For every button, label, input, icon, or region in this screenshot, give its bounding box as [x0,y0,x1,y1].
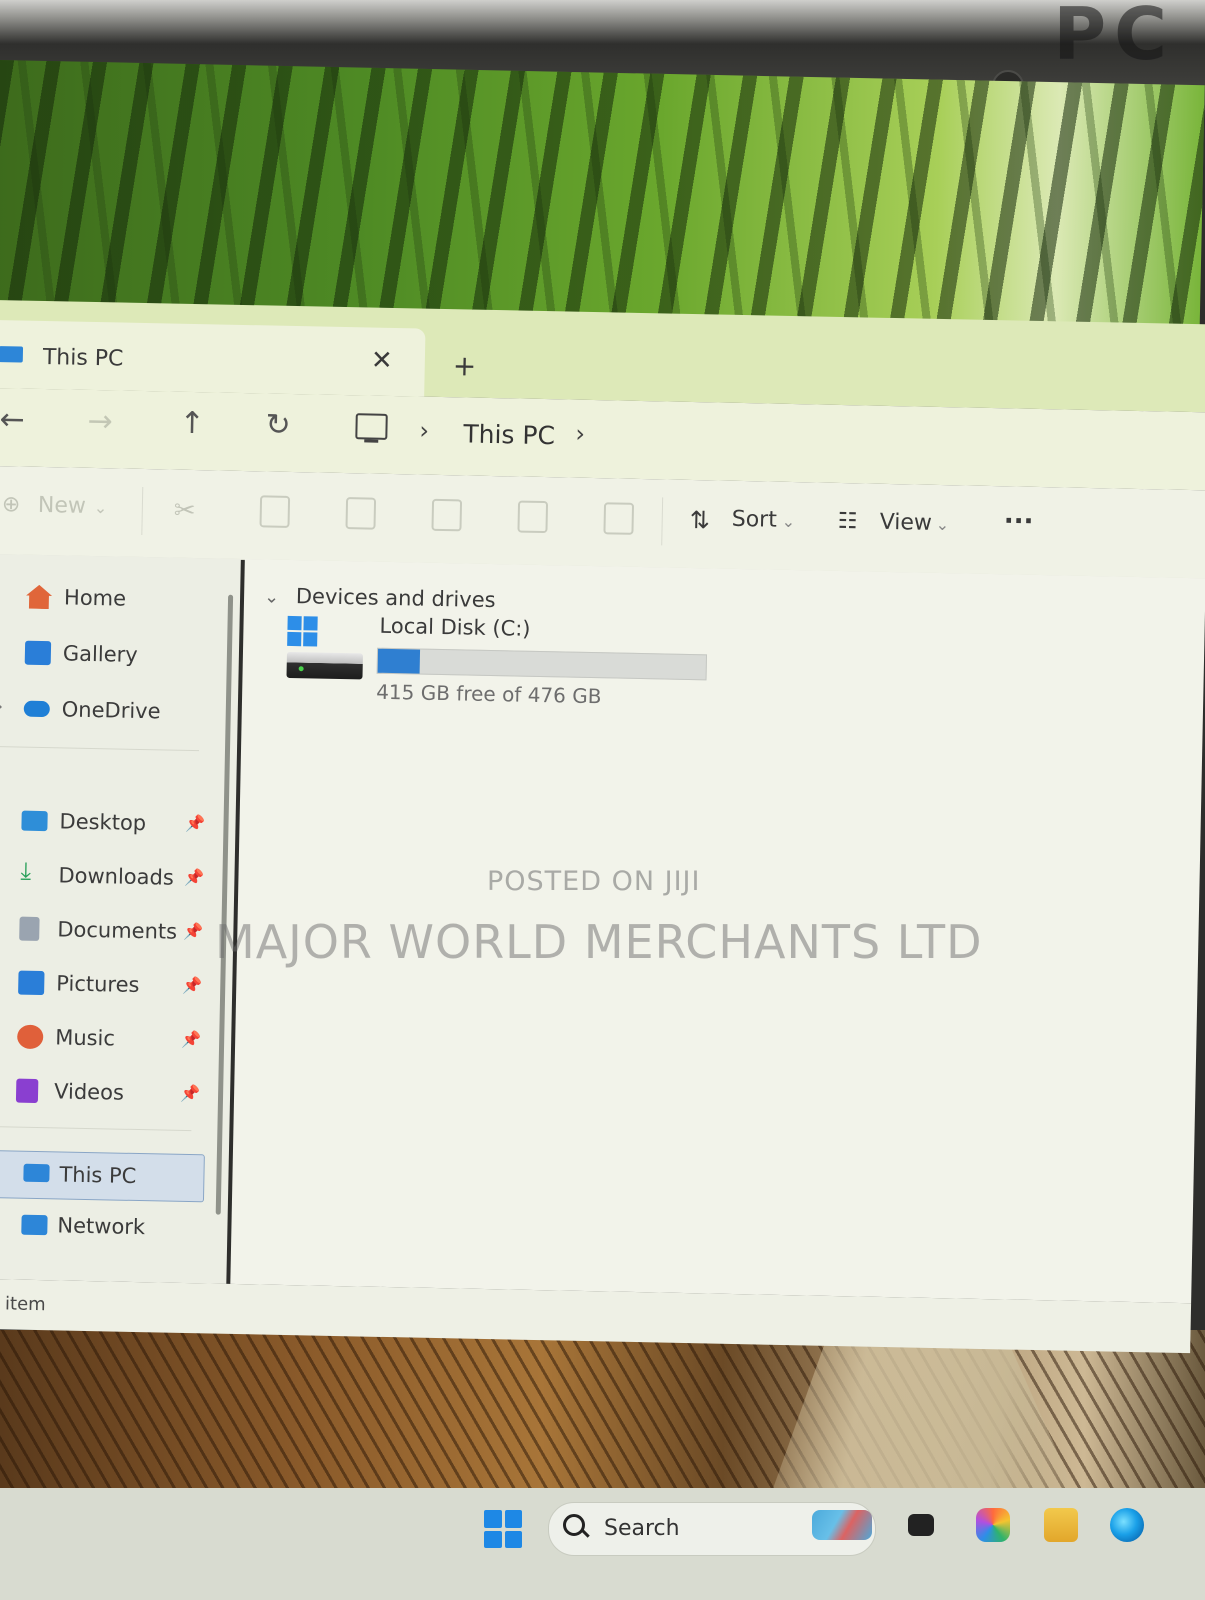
drive-space-text: 415 GB free of 476 GB [375,679,602,709]
sidebar-item-label: OneDrive [61,697,161,724]
sidebar-item-label: Documents [57,917,178,944]
section-header-devices[interactable]: ⌄ Devices and drives [264,583,496,612]
taskbar: Search [0,1488,1205,1600]
view-icon[interactable]: ☷ [837,509,857,534]
pictures-icon [18,970,45,996]
sort-dropdown-chevron-icon[interactable]: ⌄ [782,512,796,531]
computer-icon[interactable] [355,413,388,440]
sidebar-item-network[interactable]: › Network [0,1202,214,1253]
collapse-chevron-icon[interactable]: ⌄ [264,586,280,607]
sidebar-divider [0,745,200,752]
sidebar-item-onedrive[interactable]: › OneDrive [0,686,224,737]
paste-icon[interactable] [345,497,377,530]
item-count: 1 item [0,1293,46,1316]
file-explorer-window: This PC ✕ + ← → ↑ ↻ › This PC › ⊕ New ⌄ … [0,300,1205,1356]
sidebar-item-label: Network [57,1213,146,1240]
home-icon [26,585,52,610]
forward-button[interactable]: → [87,404,113,439]
back-button[interactable]: ← [0,402,25,437]
documents-icon [19,916,40,941]
sidebar-item-label: Downloads [58,863,175,890]
section-title: Devices and drives [295,584,496,613]
rename-icon[interactable] [431,498,463,532]
refresh-button[interactable]: ↻ [265,407,291,442]
sidebar-item-label: Music [54,1025,116,1051]
pin-icon[interactable]: 📌 [180,1084,200,1103]
file-explorer-icon[interactable] [1044,1508,1078,1542]
new-button[interactable]: New [38,493,86,519]
pin-icon[interactable]: 📌 [184,868,204,887]
breadcrumb-chevron-icon[interactable]: › [419,417,429,445]
sidebar-item-label: Videos [53,1079,125,1105]
copilot-icon[interactable] [976,1508,1010,1542]
sort-button[interactable]: Sort [731,507,777,533]
sidebar-item-label: Pictures [56,971,140,998]
watermark-line-2: MAJOR WORLD MERCHANTS LTD [215,915,983,969]
music-icon [16,1024,44,1050]
view-dropdown-chevron-icon[interactable]: ⌄ [935,515,949,534]
cut-icon[interactable]: ✂ [174,496,196,526]
delete-icon[interactable] [603,502,635,535]
drive-usage-bar [376,647,708,681]
sort-icon[interactable]: ⇅ [689,506,710,534]
sidebar-divider [0,1125,192,1132]
new-plus-icon[interactable]: ⊕ [2,492,21,517]
search-label: Search [604,1516,680,1541]
network-icon [21,1214,48,1236]
view-button[interactable]: View [879,510,932,536]
more-options-button[interactable]: ··· [1003,506,1033,537]
videos-icon [15,1078,39,1104]
pin-icon[interactable]: 📌 [183,922,203,941]
task-view-icon[interactable] [908,1514,934,1536]
copy-icon[interactable] [259,495,291,528]
navigation-pane: Home Gallery › OneDrive Desktop 📌 ⤓ Down… [0,553,241,1284]
up-button[interactable]: ↑ [179,406,205,441]
start-button[interactable] [484,1510,522,1548]
sidebar-item-label: Home [63,585,127,611]
watermark-line-1: POSTED ON JIJI [487,866,701,897]
new-dropdown-chevron-icon[interactable]: ⌄ [94,498,108,517]
share-icon[interactable] [517,500,549,534]
sidebar-item-pictures[interactable]: Pictures 📌 [0,960,219,1011]
drive-icon [286,615,367,688]
sidebar-item-label: This PC [59,1162,137,1188]
pin-icon[interactable]: 📌 [182,976,202,995]
divider [661,497,664,546]
sidebar-item-desktop[interactable]: Desktop 📌 [0,798,222,849]
drive-usage-fill [377,648,421,674]
breadcrumb-this-pc[interactable]: This PC [463,419,555,450]
sidebar-item-music[interactable]: Music 📌 [0,1014,218,1065]
close-tab-button[interactable]: ✕ [371,346,393,376]
search-icon [563,1514,585,1536]
sidebar-item-videos[interactable]: Videos 📌 [0,1068,217,1119]
desktop-icon [21,810,48,832]
breadcrumb-expand-chevron-icon[interactable]: › [575,420,585,448]
tab-label: This PC [42,344,124,372]
gallery-icon [24,640,52,666]
this-pc-icon [23,1163,50,1183]
disk-led [298,666,304,672]
expand-chevron-icon[interactable]: › [0,696,3,717]
new-tab-button[interactable]: + [452,349,476,382]
sidebar-item-gallery[interactable]: Gallery [0,630,225,681]
edge-icon[interactable] [1110,1508,1144,1542]
onedrive-icon [23,700,50,718]
downloads-icon: ⤓ [20,856,32,885]
windows-logo-icon [287,615,318,647]
pin-icon[interactable]: 📌 [185,814,205,833]
tab-this-pc[interactable]: This PC ✕ [0,319,426,397]
disk-icon [286,651,363,680]
sidebar-item-home[interactable]: Home [0,574,226,625]
sidebar-item-label: Gallery [62,641,138,667]
sidebar-item-this-pc[interactable]: › This PC [0,1149,205,1203]
sidebar-item-label: Desktop [59,809,147,836]
drive-name: Local Disk (C:) [379,613,531,641]
pin-icon[interactable]: 📌 [181,1030,201,1049]
widget-icon[interactable] [812,1510,872,1540]
this-pc-icon [0,346,24,363]
sidebar-item-documents[interactable]: Documents 📌 [0,906,220,957]
divider [141,486,144,535]
sidebar-item-downloads[interactable]: ⤓ Downloads 📌 [0,852,221,903]
bezel-brand-text: PC [1053,0,1175,76]
